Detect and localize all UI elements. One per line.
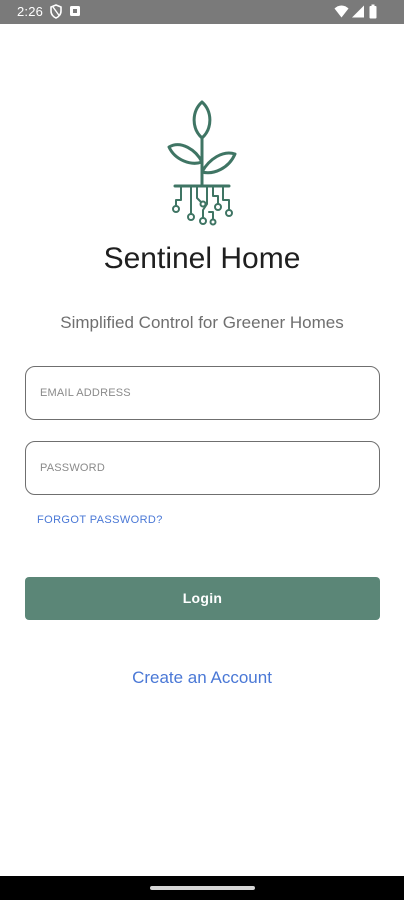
app-tagline: Simplified Control for Greener Homes <box>60 313 344 332</box>
navigation-bar <box>0 876 404 900</box>
email-field-container[interactable] <box>25 366 380 420</box>
password-field-container[interactable] <box>25 441 380 495</box>
notification-icon <box>70 6 80 16</box>
app-title: Sentinel Home <box>103 242 301 275</box>
shield-icon <box>50 4 62 19</box>
password-input[interactable] <box>40 442 360 494</box>
status-bar: 2:26 <box>0 0 404 24</box>
forgot-password-link[interactable]: FORGOT PASSWORD? <box>37 513 163 527</box>
plant-circuit-logo <box>167 100 237 226</box>
status-time: 2:26 <box>17 4 44 19</box>
login-button[interactable]: Login <box>25 577 380 620</box>
create-account-link[interactable]: Create an Account <box>0 667 404 689</box>
wifi-icon <box>334 5 349 18</box>
email-input[interactable] <box>40 367 360 419</box>
home-gesture-handle[interactable] <box>150 886 255 890</box>
battery-icon <box>369 4 377 19</box>
signal-icon <box>352 5 364 18</box>
